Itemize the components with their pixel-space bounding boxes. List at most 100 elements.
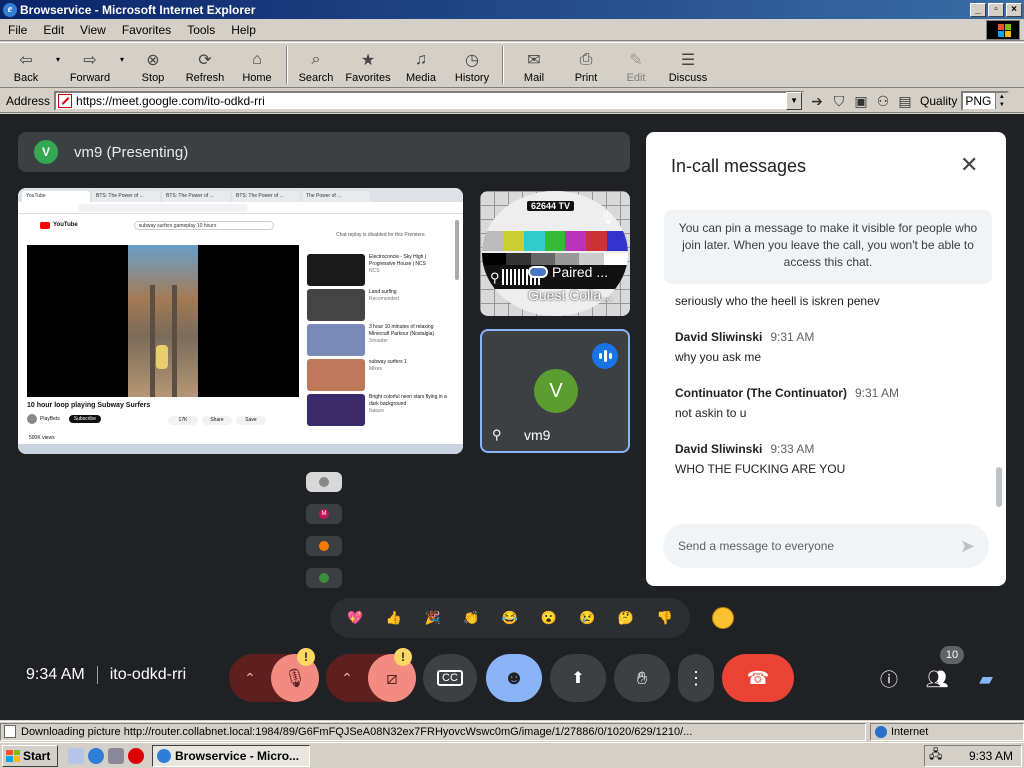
reaction-thumbs-up[interactable]: 👍 <box>381 605 407 631</box>
reaction-clap[interactable]: 👏 <box>458 605 484 631</box>
chevron-up-icon[interactable]: ⌃ <box>229 670 271 687</box>
leave-call-button[interactable]: ☎ <box>722 654 794 702</box>
taskbar-item-browservice[interactable]: Browservice - Micro... <box>152 744 310 767</box>
close-icon[interactable]: ✕ <box>960 152 978 178</box>
shared-taskbar <box>18 444 463 454</box>
reaction-surprised[interactable]: 😮 <box>536 605 562 631</box>
menu-help[interactable]: Help <box>223 23 264 37</box>
captions-button[interactable]: CC <box>423 654 477 702</box>
subway-surfers-frame <box>128 245 198 397</box>
reaction-laugh[interactable]: 😂 <box>497 605 523 631</box>
camera-control[interactable]: ⌃ ⧄ ! <box>326 648 416 702</box>
close-button[interactable]: × <box>1006 2 1022 17</box>
reaction-party[interactable]: 🎉 <box>420 605 446 631</box>
forward-dropdown[interactable]: ▾ <box>116 43 128 87</box>
mini-tile[interactable] <box>306 536 342 556</box>
media-player-icon[interactable] <box>108 747 124 764</box>
back-button[interactable]: ⇦ Back <box>0 43 52 87</box>
reactions-bar: 💖 👍 🎉 👏 😂 😮 😢 🤔 👎 <box>330 598 690 638</box>
favorites-button[interactable]: ★ Favorites <box>340 43 396 87</box>
save-label: Save <box>236 416 266 425</box>
mini-tile[interactable] <box>306 568 342 588</box>
opera-icon[interactable] <box>128 747 144 764</box>
window-title: Browservice - Microsoft Internet Explore… <box>20 2 256 17</box>
system-tray: 🖧︎ 9:33 AM <box>924 744 1022 767</box>
reaction-thumbs-down[interactable]: 👎 <box>652 605 678 631</box>
media-icon: ♫ <box>415 51 427 68</box>
reaction-thinking[interactable]: 🤔 <box>613 605 639 631</box>
chat-icon[interactable]: ▰ <box>971 664 1001 694</box>
mini-tile[interactable]: M <box>306 504 342 524</box>
more-options-button[interactable]: ⋮ <box>678 654 714 702</box>
ie-window: e Browservice - Microsoft Internet Explo… <box>0 0 1024 768</box>
chevron-up-icon[interactable]: ⌃ <box>326 670 368 687</box>
chat-author: David Sliwinski 9:33 AM <box>675 442 815 456</box>
info-icon[interactable]: ⓘ <box>874 664 904 694</box>
mic-control[interactable]: ⌃ 🎙︎ ! <box>229 648 319 702</box>
present-button[interactable]: ⬆ <box>550 654 606 702</box>
quality-select[interactable]: PNG ▲ ▼ <box>961 90 1010 111</box>
mini-tile[interactable] <box>306 472 342 492</box>
refresh-button[interactable]: ⟳ Refresh <box>178 43 232 87</box>
menu-bar: File Edit View Favorites Tools Help <box>0 19 1024 41</box>
page-icon <box>58 93 73 108</box>
participant-tile-vm9[interactable]: V ⚲ vm9 <box>480 329 630 453</box>
chat-input[interactable]: Send a message to everyone ➤ <box>663 524 989 568</box>
home-button[interactable]: ⌂ Home <box>232 43 282 87</box>
participant-tile-guest[interactable]: 62644 TV 🎙︎ Paired ... Guest Colla... ⚲ <box>480 191 630 316</box>
warning-icon: ! <box>394 648 412 666</box>
go-arrow-icon[interactable]: ➔ <box>808 92 826 110</box>
menu-edit[interactable]: Edit <box>35 23 72 37</box>
network-icon[interactable]: 🖧︎ <box>929 745 942 766</box>
menu-file[interactable]: File <box>0 23 35 37</box>
chat-author: Continuator (The Continuator) 9:31 AM <box>675 386 899 400</box>
people-icon[interactable]: 👥︎ <box>922 664 952 694</box>
find-icon[interactable]: ▣ <box>852 92 870 110</box>
stop-button[interactable]: ⊗ Stop <box>128 43 178 87</box>
search-button[interactable]: ⌕ Search <box>292 43 340 87</box>
history-button[interactable]: ◷ History <box>446 43 498 87</box>
discuss-icon: ☰ <box>680 52 696 69</box>
binoculars-icon[interactable]: ⚇ <box>874 92 892 110</box>
smiley-icon: ☻ <box>503 666 525 689</box>
pin-icon[interactable]: ⚲ <box>490 270 500 286</box>
presenter-label: vm9 (Presenting) <box>74 143 189 161</box>
hang-up-icon: ☎ <box>746 667 770 688</box>
skin-tone-picker[interactable] <box>712 607 734 629</box>
address-input[interactable]: https://meet.google.com/ito-odkd-rri ▼ <box>54 90 805 111</box>
clipboard-icon[interactable]: ▤ <box>896 92 914 110</box>
back-dropdown[interactable]: ▾ <box>52 43 64 87</box>
ie-icon[interactable] <box>88 747 104 764</box>
mail-button[interactable]: ✉ Mail <box>508 43 560 87</box>
bookmark-icon[interactable]: ⛉ <box>830 92 848 110</box>
start-button[interactable]: Start <box>2 744 58 767</box>
menu-tools[interactable]: Tools <box>179 23 223 37</box>
raise-hand-button[interactable]: ✋︎ <box>614 654 670 702</box>
emoji-button[interactable]: ☻ <box>486 654 542 702</box>
menu-view[interactable]: View <box>72 23 114 37</box>
discuss-button[interactable]: ☰ Discuss <box>660 43 716 87</box>
desktop-icon[interactable] <box>68 747 84 764</box>
edit-button[interactable]: ✎ Edit <box>612 43 660 87</box>
quality-spinner[interactable]: ▲ ▼ <box>995 92 1008 109</box>
reaction-heart[interactable]: 💖 <box>342 605 368 631</box>
send-icon[interactable]: ➤ <box>960 536 975 557</box>
shared-screen[interactable]: YouTube BTS: The Power of ... BTS: The P… <box>18 188 463 454</box>
address-dropdown[interactable]: ▼ <box>786 91 803 110</box>
warning-icon: ! <box>297 648 315 666</box>
reaction-sad[interactable]: 😢 <box>574 605 600 631</box>
menu-favorites[interactable]: Favorites <box>114 23 179 37</box>
print-button[interactable]: ⎙ Print <box>560 43 612 87</box>
chat-message: not askin to u <box>675 406 747 420</box>
shared-tab: The Power of ... <box>302 191 370 202</box>
forward-button[interactable]: ⇨ Forward <box>64 43 116 87</box>
chat-scrollbar[interactable] <box>996 467 1002 507</box>
ie-icon <box>157 748 171 763</box>
meeting-code: ito-odkd-rri <box>109 666 187 683</box>
chat-title: In-call messages <box>671 156 807 176</box>
minimize-button[interactable]: _ <box>970 2 986 17</box>
media-button[interactable]: ♫ Media <box>396 43 446 87</box>
maximize-button[interactable]: ▫ <box>988 2 1004 17</box>
chat-message: why you ask me <box>675 350 762 364</box>
pin-icon[interactable]: ⚲ <box>492 427 502 443</box>
